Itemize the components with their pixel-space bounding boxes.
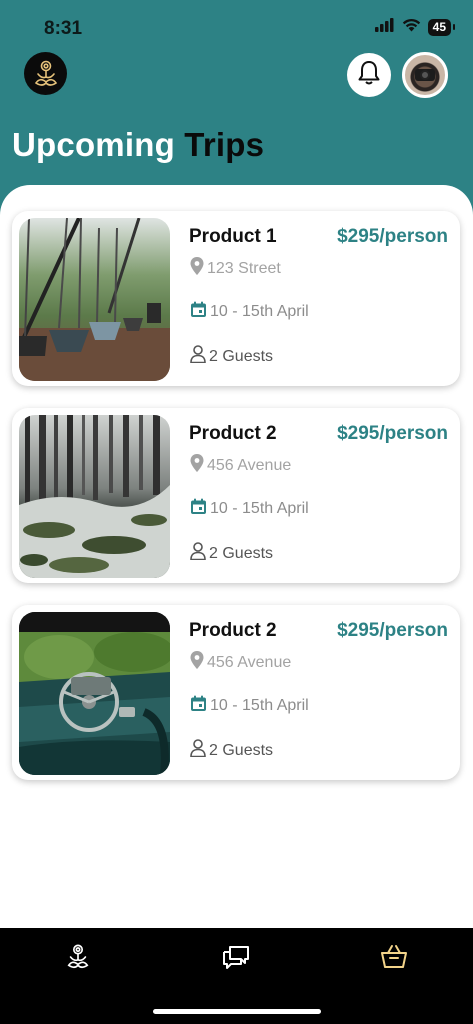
trips-list: Product 1 $295/person 123 Street 10 - 15… [0,185,473,928]
meditation-logo-icon[interactable] [24,52,67,95]
chat-bubbles-icon [221,944,251,975]
location-pin-icon [190,257,204,280]
trip-dates: 10 - 15th April [210,697,309,714]
page-title: Upcoming Trips [12,126,264,164]
location-pin-icon [190,454,204,477]
person-icon [190,542,206,565]
trip-guests: 2 Guests [209,741,274,759]
user-avatar[interactable] [402,52,448,98]
calendar-icon [190,301,207,323]
status-time: 8:31 [44,18,83,39]
trip-guests: 2 Guests [209,347,274,365]
trip-guests-row: 2 Guests [190,345,273,368]
trip-title: Product 2 [189,620,277,641]
trip-dates-row: 10 - 15th April [190,695,309,717]
person-icon [190,739,206,762]
page-title-part2: Trips [184,126,265,163]
trip-address: 123 Street [207,259,281,277]
trip-title: Product 2 [189,423,277,444]
snowy-forest-photo [19,415,170,578]
trip-dates: 10 - 15th April [210,303,309,320]
trip-card[interactable]: Product 2 $295/person 456 Avenue 10 - 15… [12,605,460,780]
home-indicator [153,1009,321,1014]
tab-basket[interactable] [377,942,411,976]
status-indicators: 45 [374,18,456,37]
bell-icon [357,60,381,91]
meditation-home-icon [65,942,91,977]
playground-swings-photo [19,218,170,381]
battery-indicator: 45 [427,19,456,36]
signal-icon [374,18,395,37]
trip-dates: 10 - 15th April [210,500,309,517]
trip-dates-row: 10 - 15th April [190,301,309,323]
trip-card[interactable]: Product 2 $295/person 456 Avenue 10 - 15… [12,408,460,583]
trip-address-row: 456 Avenue [190,651,291,674]
location-pin-icon [190,651,204,674]
status-bar: 8:31 45 [0,0,473,50]
trip-price: $295/person [337,620,448,641]
avatar-lens-shape [420,70,430,80]
trip-address: 456 Avenue [207,456,292,474]
trip-address: 456 Avenue [207,653,292,671]
calendar-icon [190,695,207,717]
trip-address-row: 456 Avenue [190,454,291,477]
notification-bell-button[interactable] [347,53,391,97]
person-icon [190,345,206,368]
trip-title: Product 1 [189,226,277,247]
trip-guests-row: 2 Guests [190,739,273,762]
tab-messages[interactable] [219,942,253,976]
trip-dates-row: 10 - 15th April [190,498,309,520]
calendar-icon [190,498,207,520]
abandoned-car-interior-photo [19,612,170,775]
trip-card[interactable]: Product 1 $295/person 123 Street 10 - 15… [12,211,460,386]
trip-guests: 2 Guests [209,544,274,562]
tab-home[interactable] [61,942,95,976]
wifi-icon [402,18,421,37]
trip-price: $295/person [337,423,448,444]
trip-price: $295/person [337,226,448,247]
trip-address-row: 123 Street [190,257,281,280]
basket-icon [380,944,408,975]
page-title-part1: Upcoming [12,126,185,163]
trip-guests-row: 2 Guests [190,542,273,565]
